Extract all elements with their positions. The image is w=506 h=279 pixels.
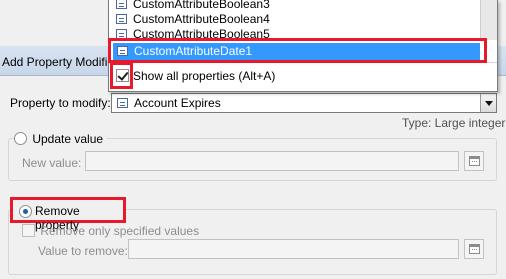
- update-value-label: Update value: [32, 132, 104, 146]
- remove-property-option[interactable]: Remove property: [10, 197, 126, 232]
- dropdown-arrow-icon[interactable]: [480, 94, 496, 112]
- show-all-checkbox-annotation: [110, 62, 133, 89]
- list-item-icon: [116, 14, 127, 24]
- show-all-label[interactable]: Show all properties (Alt+A): [133, 69, 275, 83]
- list-item-label: CustomAttributeBoolean4: [133, 12, 270, 26]
- list-item[interactable]: CustomAttributeBoolean4: [111, 11, 483, 27]
- update-value-option[interactable]: Update value: [14, 130, 108, 146]
- list-item-label: CustomAttributeDate1: [134, 44, 253, 58]
- property-combo-value: Account Expires: [134, 96, 221, 110]
- property-combo[interactable]: Account Expires: [111, 93, 497, 113]
- value-to-remove-input[interactable]: [128, 239, 459, 259]
- value-to-remove-calendar-button[interactable]: [464, 239, 484, 259]
- new-value-calendar-button[interactable]: [464, 151, 484, 171]
- list-item-icon: [116, 0, 127, 9]
- selected-item-annotation: CustomAttributeDate1: [108, 38, 487, 63]
- list-item-icon: [117, 46, 128, 56]
- remove-only-option[interactable]: Remove only specified values: [22, 222, 199, 238]
- property-to-modify-label: Property to modify:: [10, 96, 111, 110]
- new-value-input[interactable]: [85, 151, 459, 171]
- property-icon: [117, 98, 128, 108]
- remove-only-label: Remove only specified values: [40, 224, 200, 238]
- remove-property-radio[interactable]: [19, 205, 32, 218]
- new-value-label: New value:: [22, 156, 82, 170]
- list-item-selected[interactable]: CustomAttributeDate1: [113, 43, 480, 60]
- calendar-icon: [469, 156, 480, 166]
- remove-only-checkbox[interactable]: [22, 224, 35, 237]
- property-type-text: Type: Large integer: [402, 116, 506, 130]
- dialog-title: Add Property Modific: [2, 55, 114, 69]
- value-to-remove-label: Value to remove:: [38, 244, 128, 258]
- show-all-checkbox[interactable]: [116, 69, 129, 82]
- calendar-icon: [469, 244, 480, 254]
- update-value-radio[interactable]: [14, 132, 27, 145]
